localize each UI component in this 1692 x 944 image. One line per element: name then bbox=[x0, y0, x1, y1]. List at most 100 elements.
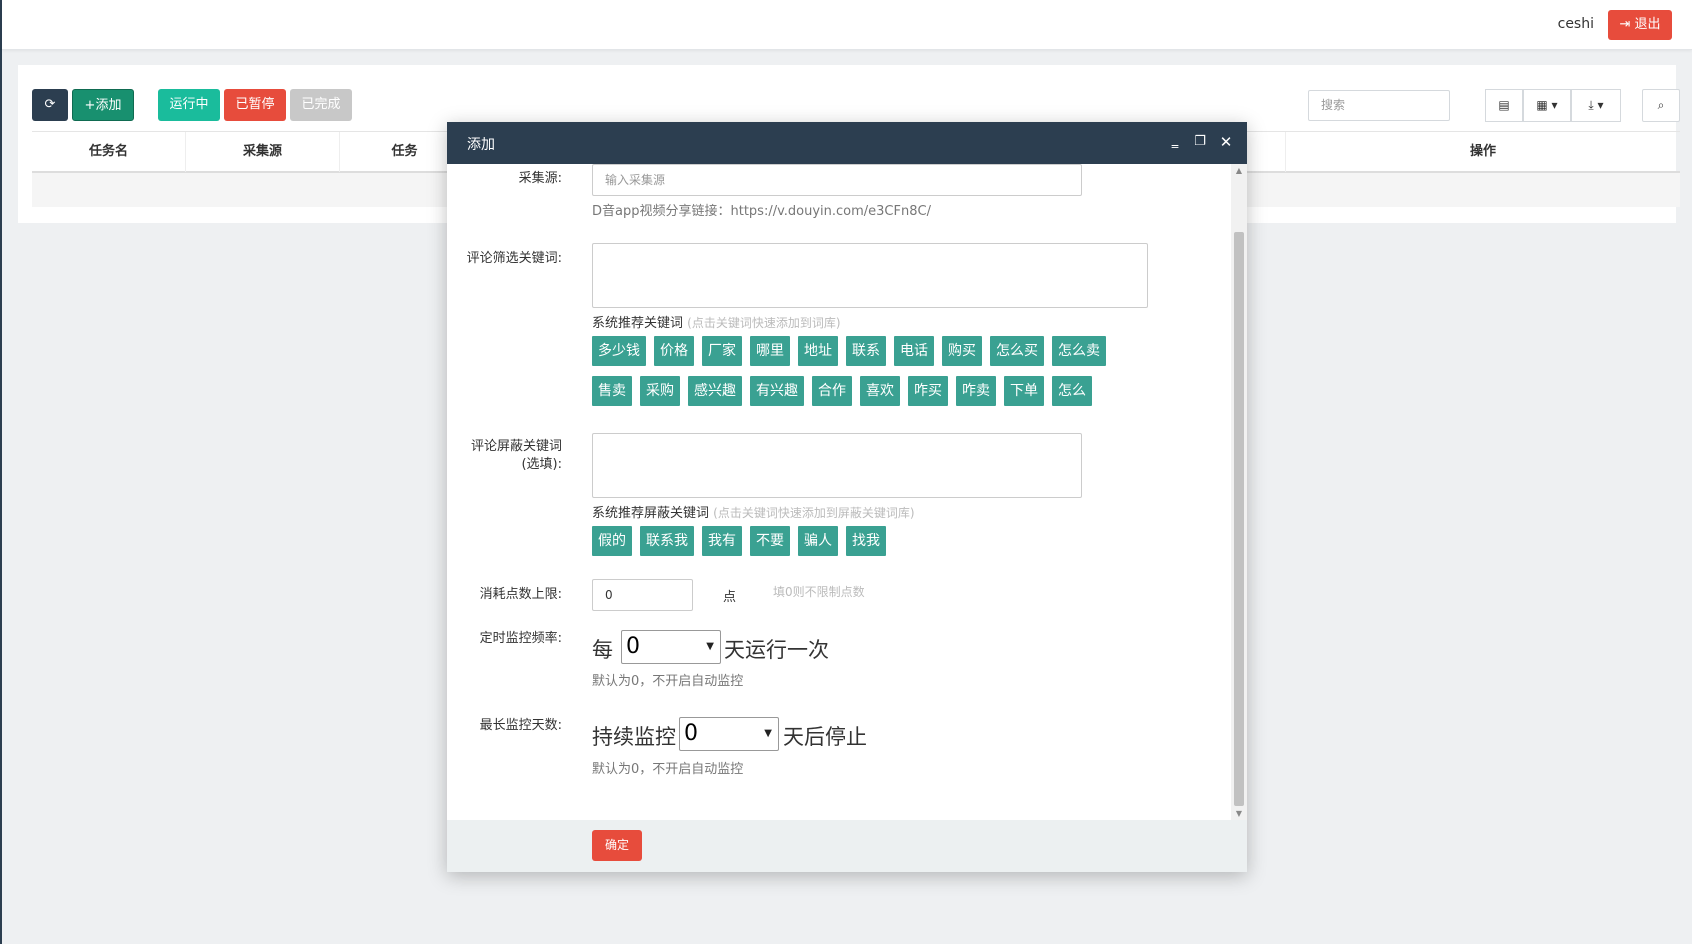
keyword-tag[interactable]: 采购 bbox=[640, 376, 680, 406]
sign-out-icon: ⇥ bbox=[1619, 17, 1631, 32]
keyword-tag[interactable]: 怎么卖 bbox=[1052, 336, 1106, 366]
points-input[interactable]: 0 bbox=[592, 579, 693, 611]
keyword-tag[interactable]: 合作 bbox=[812, 376, 852, 406]
grid-icon: ▦ ▾ bbox=[1536, 98, 1558, 112]
column-header[interactable]: 采集源 bbox=[186, 132, 340, 172]
max-days-select-value: 0 bbox=[684, 721, 698, 746]
list-icon: ▤ bbox=[1498, 98, 1510, 112]
keyword-tag[interactable]: 售卖 bbox=[592, 376, 632, 406]
frequency-select[interactable]: 0 ▼ bbox=[621, 630, 721, 664]
keyword-tag[interactable]: 地址 bbox=[798, 336, 838, 366]
keyword-tag[interactable]: 咋买 bbox=[908, 376, 948, 406]
keyword-tag[interactable]: 怎么买 bbox=[990, 336, 1044, 366]
column-header[interactable]: 任务名 bbox=[32, 132, 186, 172]
minimize-icon[interactable]: ‗ bbox=[1167, 134, 1183, 150]
recommend-block-title-text: 系统推荐屏蔽关键词 bbox=[592, 506, 710, 521]
source-label: 采集源: bbox=[518, 171, 562, 186]
max-days-label: 最长监控天数: bbox=[479, 718, 562, 733]
maximize-icon[interactable]: ❐ bbox=[1192, 134, 1208, 150]
keyword-tag[interactable]: 喜欢 bbox=[860, 376, 900, 406]
keyword-tag[interactable]: 咋卖 bbox=[956, 376, 996, 406]
block-keyword-tag[interactable]: 不要 bbox=[750, 526, 790, 556]
plus-icon: + bbox=[84, 98, 96, 113]
recommend-block-hint-text: (点击关键词快速添加到屏蔽关键词库) bbox=[713, 506, 915, 520]
recommend-keywords-title: 系统推荐关键词 (点击关键词快速添加到词库) bbox=[592, 312, 841, 331]
keyword-tag[interactable]: 购买 bbox=[942, 336, 982, 366]
filter-paused-button[interactable]: 已暂停 bbox=[224, 89, 286, 121]
chevron-down-icon: ▼ bbox=[764, 728, 772, 739]
keyword-tag[interactable]: 联系 bbox=[846, 336, 886, 366]
modal-title: 添加 bbox=[467, 137, 495, 153]
top-navbar: ceshi ⇥ 退出 bbox=[2, 0, 1692, 50]
search-input[interactable]: 搜索 bbox=[1308, 90, 1450, 121]
sidebar-edge bbox=[0, 0, 2, 944]
max-days-prefix: 持续监控 bbox=[592, 725, 676, 749]
frequency-select-value: 0 bbox=[626, 634, 640, 659]
column-header[interactable]: 操作 bbox=[1286, 132, 1680, 172]
keyword-tag[interactable]: 电话 bbox=[894, 336, 934, 366]
frequency-label: 定时监控频率: bbox=[479, 631, 562, 646]
block-keywords-label: 评论屏蔽关键词 (选填): bbox=[471, 438, 562, 474]
add-button[interactable]: +添加 bbox=[72, 89, 134, 121]
block-tags-row: 假的 联系我 我有 不要 骗人 找我 bbox=[592, 526, 886, 556]
search-button[interactable]: ⌕ bbox=[1642, 89, 1680, 122]
max-days-select[interactable]: 0 ▼ bbox=[679, 717, 779, 751]
export-icon: ⤓ ▾ bbox=[1588, 98, 1604, 112]
block-label-line1: 评论屏蔽关键词 bbox=[470, 439, 562, 454]
scroll-thumb[interactable] bbox=[1234, 232, 1244, 806]
keyword-tag[interactable]: 哪里 bbox=[750, 336, 790, 366]
block-label-line2: (选填): bbox=[521, 457, 562, 472]
block-keyword-tag[interactable]: 联系我 bbox=[640, 526, 694, 556]
recommend-block-title: 系统推荐屏蔽关键词 (点击关键词快速添加到屏蔽关键词库) bbox=[592, 502, 915, 521]
toggle-view-button[interactable]: ▤ bbox=[1485, 89, 1523, 122]
frequency-suffix: 天运行一次 bbox=[724, 638, 829, 662]
filter-keywords-textarea[interactable] bbox=[592, 243, 1148, 308]
filter-keywords-label: 评论筛选关键词: bbox=[466, 251, 562, 266]
modal-header: 添加 ‗ ❐ ✕ bbox=[447, 122, 1247, 164]
search-icon: ⌕ bbox=[1657, 98, 1665, 112]
max-days-help: 默认为0，不开启自动监控 bbox=[592, 762, 744, 777]
keyword-tag[interactable]: 厂家 bbox=[702, 336, 742, 366]
recommend-tags-row-2: 售卖 采购 感兴趣 有兴趣 合作 喜欢 咋买 咋卖 下单 怎么 bbox=[592, 376, 1092, 406]
block-keywords-textarea[interactable] bbox=[592, 433, 1082, 498]
logout-label: 退出 bbox=[1634, 17, 1661, 32]
block-keyword-tag[interactable]: 骗人 bbox=[798, 526, 838, 556]
keyword-tag[interactable]: 有兴趣 bbox=[750, 376, 804, 406]
logout-button[interactable]: ⇥ 退出 bbox=[1608, 10, 1672, 40]
export-button[interactable]: ⤓ ▾ bbox=[1571, 89, 1621, 122]
columns-button[interactable]: ▦ ▾ bbox=[1523, 89, 1571, 122]
modal-footer: 确定 bbox=[447, 820, 1247, 872]
frequency-help: 默认为0，不开启自动监控 bbox=[592, 674, 744, 689]
points-hint: 填0则不限制点数 bbox=[773, 585, 865, 599]
username-label: ceshi bbox=[1557, 16, 1594, 32]
block-keyword-tag[interactable]: 找我 bbox=[846, 526, 886, 556]
recommend-title-text: 系统推荐关键词 bbox=[592, 316, 684, 331]
keyword-tag[interactable]: 下单 bbox=[1004, 376, 1044, 406]
chevron-down-icon: ▼ bbox=[706, 641, 714, 652]
recommend-tags-row-1: 多少钱 价格 厂家 哪里 地址 联系 电话 购买 怎么买 怎么卖 bbox=[592, 336, 1106, 366]
keyword-tag[interactable]: 感兴趣 bbox=[688, 376, 742, 406]
scroll-up-arrow-icon[interactable]: ▲ bbox=[1234, 166, 1244, 175]
filter-running-button[interactable]: 运行中 bbox=[158, 89, 220, 121]
modal-scrollbar[interactable]: ▲ ▼ bbox=[1231, 164, 1247, 820]
keyword-tag[interactable]: 怎么 bbox=[1052, 376, 1092, 406]
block-keyword-tag[interactable]: 我有 bbox=[702, 526, 742, 556]
keyword-tag[interactable]: 多少钱 bbox=[592, 336, 646, 366]
refresh-button[interactable]: ⟳ bbox=[32, 89, 68, 121]
frequency-prefix: 每 bbox=[592, 638, 613, 662]
points-label: 消耗点数上限: bbox=[479, 587, 562, 602]
refresh-icon: ⟳ bbox=[44, 97, 56, 112]
max-days-suffix: 天后停止 bbox=[783, 725, 867, 749]
source-help: D音app视频分享链接：https://v.douyin.com/e3CFn8C… bbox=[592, 204, 931, 219]
close-icon[interactable]: ✕ bbox=[1218, 134, 1234, 150]
confirm-button[interactable]: 确定 bbox=[592, 830, 642, 861]
add-label: 添加 bbox=[95, 98, 122, 113]
recommend-hint-text: (点击关键词快速添加到词库) bbox=[687, 316, 841, 330]
scroll-down-arrow-icon[interactable]: ▼ bbox=[1234, 809, 1244, 818]
block-keyword-tag[interactable]: 假的 bbox=[592, 526, 632, 556]
keyword-tag[interactable]: 价格 bbox=[654, 336, 694, 366]
add-task-modal: 添加 ‗ ❐ ✕ 采集源: 输入采集源 D音app视频分享链接：https://… bbox=[447, 122, 1247, 872]
modal-body: 采集源: 输入采集源 D音app视频分享链接：https://v.douyin.… bbox=[447, 164, 1247, 820]
filter-done-button[interactable]: 已完成 bbox=[290, 89, 352, 121]
source-input[interactable]: 输入采集源 bbox=[592, 164, 1082, 196]
